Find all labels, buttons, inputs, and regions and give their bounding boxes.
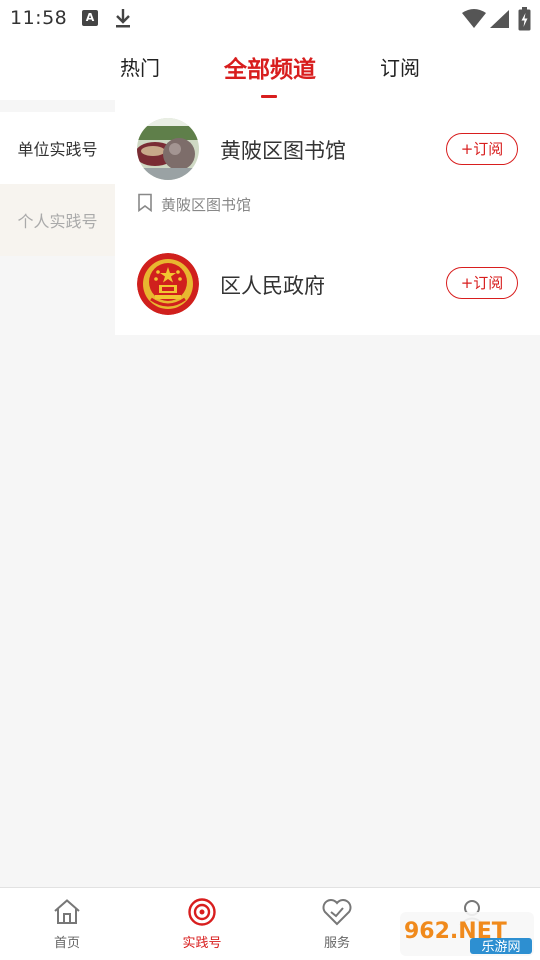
channel-description: 黄陂区图书馆	[137, 193, 251, 216]
heart-check-icon	[322, 899, 352, 926]
a-badge-icon: A	[82, 10, 98, 26]
nav-home[interactable]: 首页	[27, 898, 107, 951]
library-avatar	[137, 118, 199, 180]
tab-all-channels[interactable]: 全部频道	[224, 50, 316, 84]
channel-name: 黄陂区图书馆	[220, 139, 346, 163]
nav-service-label: 服务	[323, 936, 350, 951]
channel-name: 区人民政府	[220, 274, 325, 298]
category-sidebar: 单位实践号 个人实践号	[0, 112, 115, 256]
bookmark-icon	[137, 193, 153, 216]
home-icon	[54, 899, 80, 924]
list-item[interactable]: 区人民政府 +订阅	[115, 235, 540, 335]
subscribe-button[interactable]: +订阅	[446, 267, 518, 299]
watermark-subtext: 乐游网	[481, 940, 520, 955]
nav-home-label: 首页	[53, 936, 80, 951]
category-unit-practice[interactable]: 单位实践号	[0, 112, 115, 184]
target-icon	[188, 898, 216, 926]
status-bar: 11:58 A	[0, 0, 540, 38]
tab-subscribed[interactable]: 订阅	[380, 52, 420, 81]
nav-service[interactable]: 服务	[297, 898, 377, 951]
status-time: 11:58	[10, 7, 68, 29]
channel-description-text: 黄陂区图书馆	[161, 196, 252, 214]
channel-list: 黄陂区图书馆 +订阅 黄陂区图书馆 区人民政府 +订阅	[115, 100, 540, 335]
national-emblem-icon	[137, 253, 199, 315]
channel-tabs: 热门 全部频道 订阅	[0, 38, 540, 100]
download-icon	[114, 7, 132, 33]
battery-charging-icon	[518, 7, 531, 35]
list-item[interactable]: 黄陂区图书馆 +订阅 黄陂区图书馆	[115, 100, 540, 235]
category-personal-practice[interactable]: 个人实践号	[0, 184, 115, 256]
nav-practice-label: 实践号	[182, 936, 222, 951]
wifi-icon	[462, 9, 486, 33]
signal-icon	[488, 9, 510, 33]
tab-hot[interactable]: 热门	[120, 52, 160, 81]
active-tab-indicator	[261, 95, 277, 98]
nav-practice[interactable]: 实践号	[162, 898, 242, 951]
subscribe-button[interactable]: +订阅	[446, 133, 518, 165]
watermark-logo: 962.NET 乐游网	[400, 912, 534, 956]
